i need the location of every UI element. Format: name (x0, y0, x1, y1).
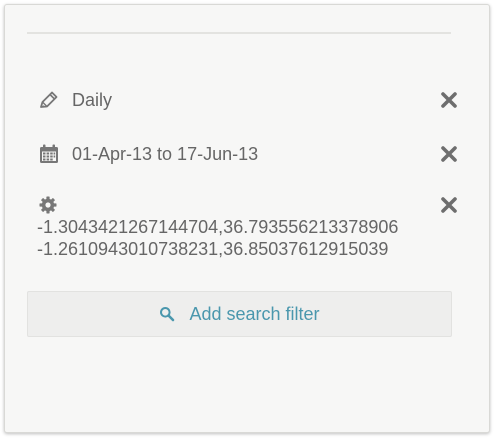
close-icon (441, 146, 457, 162)
search-icon (159, 306, 175, 322)
remove-date-range-filter-button[interactable] (439, 144, 459, 164)
gear-icon (37, 194, 59, 216)
divider (27, 32, 451, 34)
location-coordinates-line-1: -1.3043421267144704,36.793556213378906 (37, 217, 399, 237)
filter-frequency-label: Daily (72, 90, 113, 110)
pencil-icon (38, 89, 60, 111)
remove-frequency-filter-button[interactable] (439, 90, 459, 110)
filter-location: -1.3043421267144704,36.793556213378906 -… (37, 194, 459, 260)
add-search-filter-button[interactable]: Add search filter (27, 291, 452, 337)
close-icon (441, 92, 457, 108)
filter-date-range-label: 01-Apr-13 to 17-Jun-13 (72, 144, 259, 164)
filter-date-range: 01-Apr-13 to 17-Jun-13 (38, 142, 459, 166)
add-search-filter-label: Add search filter (189, 303, 320, 324)
filter-panel: Daily 01-Apr-13 to 17-Jun-13 -1.30434212… (4, 4, 490, 433)
close-icon (441, 197, 457, 213)
filter-frequency: Daily (38, 88, 459, 112)
remove-location-filter-button[interactable] (439, 195, 459, 215)
location-coordinates-line-2: -1.2610943010738231,36.85037612915039 (37, 239, 389, 259)
calendar-icon (38, 143, 60, 165)
